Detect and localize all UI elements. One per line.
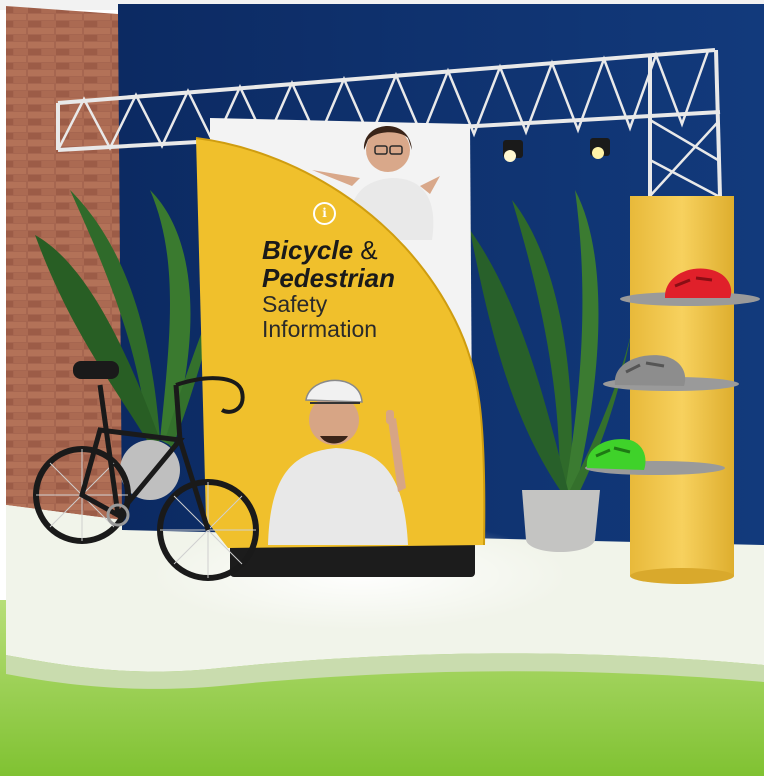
banner-title-line2: Pedestrian — [262, 263, 395, 294]
banner-subtitle-line1: Safety — [262, 291, 328, 318]
banner-title-word1: Bicycle — [262, 235, 354, 265]
plant-pot — [522, 490, 600, 552]
exhibit-booth-scene: i Bicycle & Pedestrian Safety Informatio… — [0, 0, 764, 776]
banner-title-line1: Bicycle & — [262, 236, 472, 264]
info-icon: i — [313, 202, 336, 225]
banner-subtitle-line2: Information — [262, 315, 378, 342]
booth-render — [0, 0, 764, 776]
banner-heading: Bicycle & Pedestrian Safety Information — [262, 236, 472, 342]
banner-title-amp: & — [353, 235, 378, 265]
